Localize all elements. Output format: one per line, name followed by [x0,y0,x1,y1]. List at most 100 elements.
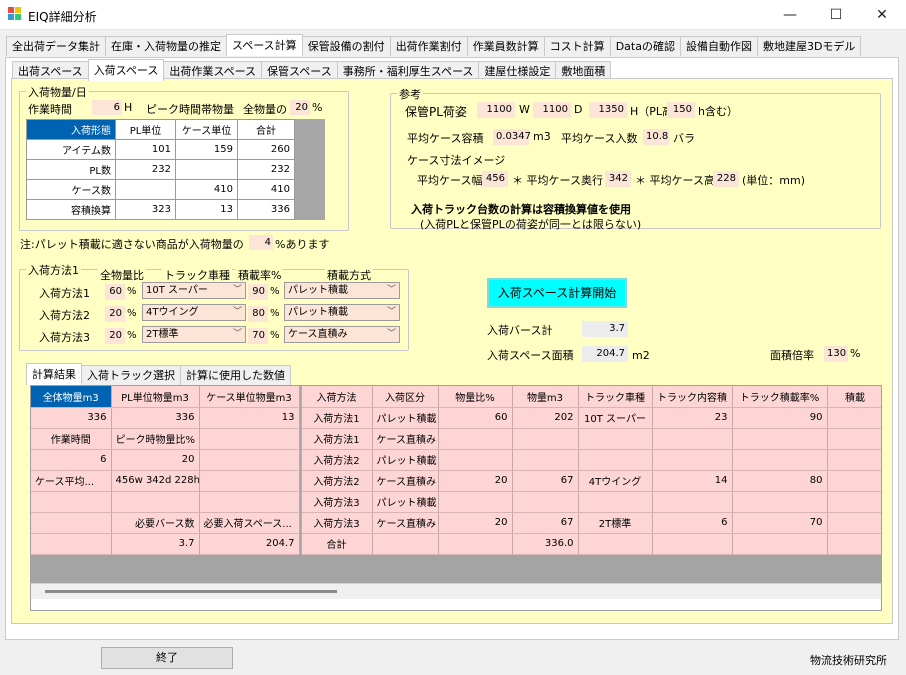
table-cell[interactable] [827,491,881,513]
table-cell[interactable] [175,159,238,180]
load-field-3[interactable]: 70 [248,328,268,344]
case-height-field[interactable]: 228 [713,171,739,187]
truck-select-3[interactable]: 2T標準 ﹀ [142,326,246,343]
table-cell[interactable]: PL数 [26,159,116,180]
table-cell[interactable]: 20 [438,512,513,534]
table-cell[interactable]: ケース直積み [372,470,439,492]
tab-worker-count[interactable]: 作業員数計算 [466,36,545,56]
column-header[interactable]: トラック内容積 [652,386,733,408]
column-header[interactable]: 積載 [827,386,881,408]
table-cell[interactable]: ケース直積み [372,512,439,534]
tab-shipping-summary[interactable]: 全出荷データ集計 [6,36,106,56]
table-cell[interactable]: 70 [732,512,828,534]
table-cell[interactable] [199,449,302,471]
table-cell[interactable] [578,491,653,513]
table-cell[interactable]: 336 [111,407,200,429]
style-select-1[interactable]: パレット積載 ﹀ [284,282,400,299]
table-cell[interactable]: 67 [512,512,579,534]
table-cell[interactable]: 456w 342d 228h [111,470,200,492]
table-cell[interactable] [115,179,176,200]
tab-used-values[interactable]: 計算に使用した数値 [180,365,291,385]
table-cell[interactable] [111,491,200,513]
method-ratio-field-3[interactable]: 20 [105,328,125,344]
table-cell[interactable]: 合計 [300,533,373,555]
tab-inventory-estimate[interactable]: 在庫・入荷物量の推定 [105,36,227,56]
volume-table-header[interactable]: 入荷形態 [26,119,116,140]
column-header[interactable]: 入荷方法 [300,386,373,408]
table-cell[interactable] [827,533,881,555]
column-header[interactable]: PL単位物量m3 [111,386,200,408]
case-width-field[interactable]: 456 [482,171,508,187]
table-cell[interactable]: 入荷方法3 [300,491,373,513]
table-cell[interactable]: 入荷方法1 [300,407,373,429]
pl-height-field[interactable]: 1350 [589,102,627,118]
column-header[interactable]: トラック車種 [578,386,653,408]
table-cell[interactable] [652,428,733,450]
table-cell[interactable] [31,491,112,513]
table-cell[interactable] [732,491,828,513]
table-cell[interactable]: 204.7 [199,533,302,555]
table-cell[interactable]: 入荷方法2 [300,470,373,492]
table-cell[interactable] [827,428,881,450]
style-select-3[interactable]: ケース直積み ﹀ [284,326,400,343]
table-cell[interactable]: 90 [732,407,828,429]
table-cell[interactable]: ケース数 [26,179,116,200]
table-cell[interactable] [827,512,881,534]
table-cell[interactable] [199,470,302,492]
table-cell[interactable] [199,491,302,513]
tab-storage-equipment[interactable]: 保管設備の割付 [301,36,391,56]
load-field-1[interactable]: 90 [248,284,268,300]
table-cell[interactable]: 作業時間 [31,428,112,450]
tab-truck-select[interactable]: 入荷トラック選択 [81,365,181,385]
table-cell[interactable]: 232 [237,159,295,180]
table-cell[interactable]: 410 [175,179,238,200]
style-select-2[interactable]: パレット積載 ﹀ [284,304,400,321]
scrollbar-thumb[interactable] [45,590,337,593]
table-cell[interactable]: ケース平均... [31,470,112,492]
note-pct-field[interactable]: 4 [249,235,273,250]
table-cell[interactable]: 336.0 [512,533,579,555]
table-cell[interactable] [732,449,828,471]
table-cell[interactable] [652,449,733,471]
table-cell[interactable]: 23 [652,407,733,429]
column-header[interactable]: 入荷区分 [372,386,439,408]
end-button[interactable]: 終了 [101,647,233,669]
table-cell[interactable]: 67 [512,470,579,492]
tab-3d-model[interactable]: 敷地建屋3Dモデル [756,36,862,56]
column-header[interactable]: トラック積載率% [732,386,828,408]
table-cell[interactable]: 13 [175,199,238,220]
table-cell[interactable] [512,491,579,513]
start-calc-button[interactable]: 入荷スペース計算開始 [487,278,627,308]
avg-vol-field[interactable]: 0.0347 [493,129,531,145]
table-cell[interactable]: 必要入荷スペース... [199,512,302,534]
table-cell[interactable]: 14 [652,470,733,492]
column-header[interactable]: 物量m3 [512,386,579,408]
volume-table-header[interactable]: 合計 [237,119,295,140]
table-cell[interactable]: パレット積載 [372,491,439,513]
table-cell[interactable] [31,512,112,534]
table-cell[interactable]: パレット積載 [372,407,439,429]
tab-receiving-space[interactable]: 入荷スペース [87,59,165,81]
table-cell[interactable]: 232 [115,159,176,180]
volume-table-header[interactable]: PL単位 [115,119,176,140]
table-cell[interactable] [438,533,513,555]
tab-data-check[interactable]: Dataの確認 [609,36,681,56]
table-cell[interactable]: 101 [115,139,176,160]
table-cell[interactable] [652,491,733,513]
table-cell[interactable]: 6 [31,449,112,471]
load-field-2[interactable]: 80 [248,306,268,322]
table-cell[interactable] [438,428,513,450]
table-cell[interactable]: 10T スーパー [578,407,653,429]
table-cell[interactable]: 必要バース数 [111,512,200,534]
table-cell[interactable]: ピーク時物量比% [111,428,200,450]
column-header[interactable]: 全体物量m3 [31,386,112,408]
method-ratio-field-1[interactable]: 60 [105,284,125,300]
table-cell[interactable]: 410 [237,179,295,200]
table-cell[interactable] [827,470,881,492]
table-cell[interactable]: 2T標準 [578,512,653,534]
minimize-button[interactable]: — [767,0,813,30]
table-cell[interactable]: 入荷方法3 [300,512,373,534]
table-cell[interactable]: ケース直積み [372,428,439,450]
table-cell[interactable] [438,491,513,513]
method-ratio-field-2[interactable]: 20 [105,306,125,322]
